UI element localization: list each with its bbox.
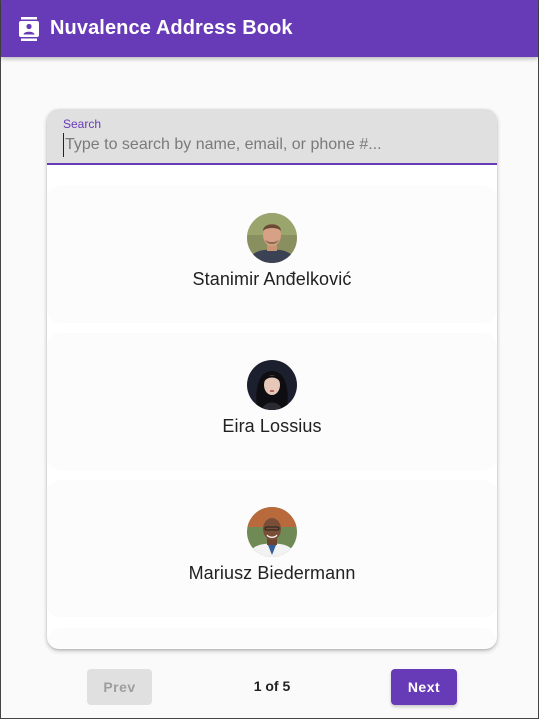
contact-card-mariusz[interactable]: Mariusz Biedermann bbox=[47, 481, 497, 616]
app-title: Nuvalence Address Book bbox=[50, 17, 293, 39]
prev-button[interactable]: Prev bbox=[87, 669, 152, 705]
contact-list: Stanimir Anđelković Eira Lossius Mariusz… bbox=[47, 187, 497, 648]
avatar bbox=[247, 213, 297, 263]
search-label: Search bbox=[63, 117, 102, 131]
search-field[interactable]: Search bbox=[47, 109, 497, 165]
contact-card-stanimir[interactable]: Stanimir Anđelković bbox=[47, 187, 497, 322]
contact-name: Stanimir Anđelković bbox=[192, 269, 352, 289]
contact-name: Mariusz Biedermann bbox=[188, 563, 356, 583]
avatar bbox=[247, 507, 297, 557]
pagination: Prev 1 of 5 Next bbox=[87, 669, 457, 705]
address-book-card: Search Stanimir Anđelković bbox=[47, 109, 497, 649]
next-button[interactable]: Next bbox=[391, 669, 457, 705]
contact-card-eira[interactable]: Eira Lossius bbox=[47, 334, 497, 469]
app-window: Nuvalence Address Book Search Type to se… bbox=[0, 0, 539, 719]
list-item bbox=[47, 628, 497, 648]
contact-name: Eira Lossius bbox=[222, 416, 322, 436]
avatar bbox=[247, 360, 297, 410]
app-bar: Nuvalence Address Book bbox=[1, 0, 538, 57]
search-input[interactable] bbox=[63, 133, 483, 157]
contact-book-icon bbox=[19, 16, 39, 41]
page-indicator: 1 of 5 bbox=[253, 678, 291, 694]
